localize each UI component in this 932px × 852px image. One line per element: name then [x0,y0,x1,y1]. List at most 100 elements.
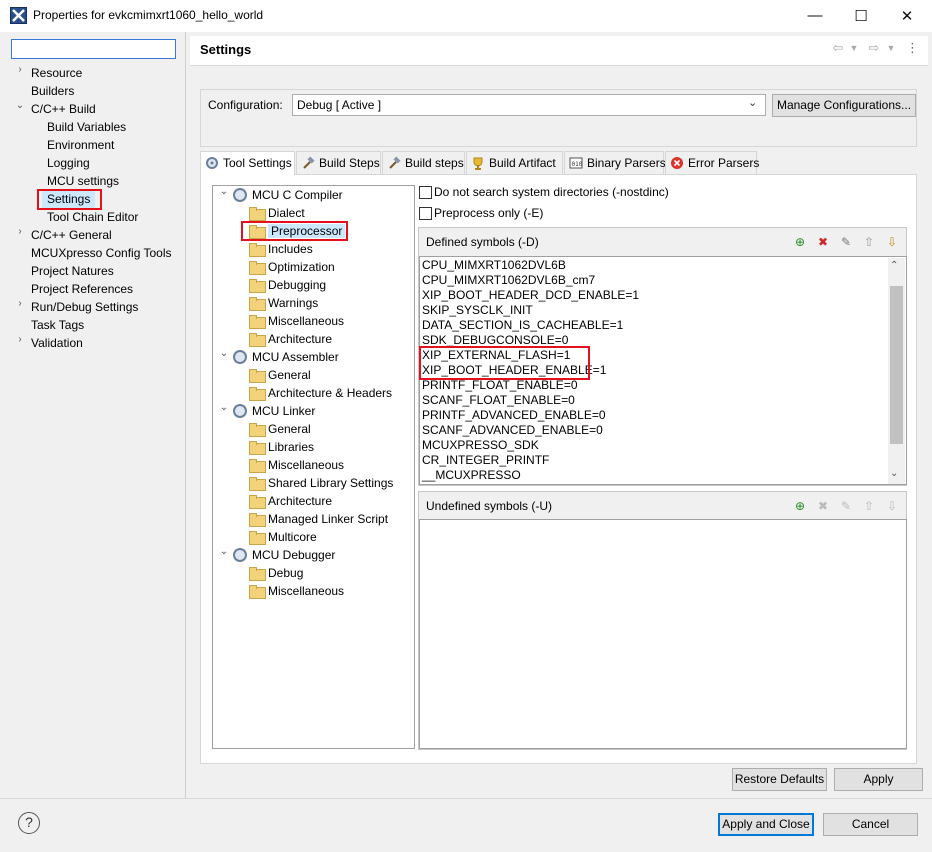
tool-tree-tool[interactable]: MCU C Compiler [233,186,343,204]
tool-tree-option[interactable]: Includes [249,240,313,258]
nostdinc-checkbox[interactable] [419,186,432,199]
preprocess-only-checkbox[interactable] [419,207,432,220]
tool-tree-tool[interactable]: MCU Debugger [233,546,335,564]
forward-menu-chevron-icon[interactable]: ▼ [886,43,896,61]
sidebar-item[interactable]: MCU settings [47,172,119,190]
tool-tree-option[interactable]: Miscellaneous [249,312,344,330]
sidebar-item[interactable]: C/C++ Build [31,100,96,118]
expand-toggle-icon[interactable]: › [15,226,25,244]
symbol-row[interactable]: CR_INTEGER_PRINTF [422,453,549,468]
symbol-row[interactable]: CPU_MIMXRT1062DVL6B [422,258,566,273]
delete-symbol-icon[interactable]: ✖ [815,234,831,250]
tool-tree-option[interactable]: Miscellaneous [249,582,344,600]
tab-build-steps-2[interactable]: Build steps [382,151,465,174]
sidebar-item[interactable]: Logging [47,154,90,172]
symbol-row[interactable]: SCANF_ADVANCED_ENABLE=0 [422,423,603,438]
close-button[interactable]: ✕ [884,0,930,31]
tab-binary-parsers[interactable]: 010 Binary Parsers [564,151,666,174]
symbol-row[interactable]: SDK_DEBUGCONSOLE=0 [422,333,568,348]
symbol-row[interactable]: SCANF_FLOAT_ENABLE=0 [422,393,575,408]
tool-tree-option[interactable]: Shared Library Settings [249,474,393,492]
tool-tree-option[interactable]: Managed Linker Script [249,510,388,528]
sidebar-item[interactable]: MCUXpresso Config Tools [31,244,172,262]
symbol-row[interactable]: PRINTF_ADVANCED_ENABLE=0 [422,408,606,423]
add-symbol-icon[interactable]: ⊕ [792,234,808,250]
apply-button[interactable]: Apply [834,768,923,791]
symbol-row[interactable]: MCUXPRESSO_SDK [422,438,539,453]
tool-tree-option[interactable]: Miscellaneous [249,456,344,474]
configuration-select[interactable]: Debug [ Active ] [292,94,766,116]
sidebar-item[interactable]: Environment [47,136,114,154]
expand-toggle-icon[interactable]: › [15,334,25,352]
forward-arrow-icon[interactable]: ⇨ [866,40,882,58]
symbol-row[interactable]: XIP_EXTERNAL_FLASH=1 [422,348,570,363]
help-icon[interactable]: ? [18,812,40,834]
symbol-row[interactable]: SKIP_SYSCLK_INIT [422,303,533,318]
move-up-icon[interactable]: ⇧ [861,498,877,514]
edit-symbol-icon[interactable]: ✎ [838,498,854,514]
scroll-down-icon[interactable]: ⌄ [890,468,898,479]
view-menu-icon[interactable]: ⋮ [906,40,919,58]
sidebar-item[interactable]: Build Variables [47,118,126,136]
edit-symbol-icon[interactable]: ✎ [838,234,854,250]
tool-tree-option[interactable]: Multicore [249,528,317,546]
expand-toggle-icon[interactable]: › [15,298,25,316]
scroll-thumb[interactable] [890,286,903,444]
tool-tree-option[interactable]: General [249,420,311,438]
symbol-row[interactable]: PRINTF_FLOAT_ENABLE=0 [422,378,578,393]
tool-tree-option[interactable]: General [249,366,311,384]
collapse-toggle-icon[interactable]: ⌄ [219,546,229,564]
tool-tree-option[interactable]: Architecture [249,492,332,510]
tool-tree-tool[interactable]: MCU Linker [233,402,315,420]
tool-tree-option[interactable]: Libraries [249,438,314,456]
sidebar-item[interactable]: Settings [42,190,96,208]
tool-tree-option[interactable]: Architecture & Headers [249,384,392,402]
tab-build-artifact[interactable]: Build Artifact [466,151,563,174]
scroll-up-icon[interactable]: ⌃ [890,260,898,271]
sidebar-item[interactable]: Builders [31,82,74,100]
expand-toggle-icon[interactable]: ⌄ [15,100,25,118]
maximize-button[interactable]: ☐ [838,0,884,31]
cancel-button[interactable]: Cancel [823,813,918,836]
sidebar-item[interactable]: Project Natures [31,262,114,280]
delete-symbol-icon[interactable]: ✖ [815,498,831,514]
sidebar-item[interactable]: Run/Debug Settings [31,298,138,316]
expand-toggle-icon[interactable]: › [15,64,25,82]
symbol-row[interactable]: XIP_BOOT_HEADER_DCD_ENABLE=1 [422,288,639,303]
tool-tree-option[interactable]: Optimization [249,258,335,276]
sidebar-item[interactable]: C/C++ General [31,226,112,244]
symbol-row[interactable]: __MCUXPRESSO [422,468,521,483]
undefined-symbols-list[interactable] [419,519,907,749]
collapse-toggle-icon[interactable]: ⌄ [219,402,229,420]
tool-tree-option[interactable]: Debug [249,564,303,582]
symbol-row[interactable]: CPU_MIMXRT1062DVL6B_cm7 [422,273,595,288]
sidebar-item[interactable]: Tool Chain Editor [47,208,138,226]
collapse-toggle-icon[interactable]: ⌄ [219,348,229,366]
manage-configurations-button[interactable]: Manage Configurations... [772,94,916,117]
apply-and-close-button[interactable]: Apply and Close [718,813,814,836]
add-symbol-icon[interactable]: ⊕ [792,498,808,514]
tab-error-parsers[interactable]: Error Parsers [665,151,759,174]
collapse-toggle-icon[interactable]: ⌄ [219,186,229,204]
tab-tool-settings[interactable]: Tool Settings [200,151,295,175]
symbol-row[interactable]: XIP_BOOT_HEADER_ENABLE=1 [422,363,606,378]
tool-tree-option[interactable]: Warnings [249,294,318,312]
back-arrow-icon[interactable]: ⇦ [830,40,846,58]
tool-tree-option[interactable]: Preprocessor [249,222,346,240]
sidebar-item[interactable]: Project References [31,280,133,298]
sidebar-item[interactable]: Validation [31,334,83,352]
tab-build-steps[interactable]: Build Steps [296,151,381,174]
tool-tree-option[interactable]: Architecture [249,330,332,348]
move-up-icon[interactable]: ⇧ [861,234,877,250]
minimize-button[interactable]: — [792,0,838,31]
move-down-icon[interactable]: ⇩ [884,234,900,250]
tool-tree-tool[interactable]: MCU Assembler [233,348,339,366]
sidebar-item[interactable]: Resource [31,64,82,82]
restore-defaults-button[interactable]: Restore Defaults [732,768,827,791]
move-down-icon[interactable]: ⇩ [884,498,900,514]
chevron-down-icon[interactable]: ⌄ [748,96,757,109]
filter-input[interactable] [11,39,176,59]
symbol-row[interactable]: DATA_SECTION_IS_CACHEABLE=1 [422,318,623,333]
back-menu-chevron-icon[interactable]: ▼ [849,43,859,61]
tool-tree-option[interactable]: Debugging [249,276,326,294]
